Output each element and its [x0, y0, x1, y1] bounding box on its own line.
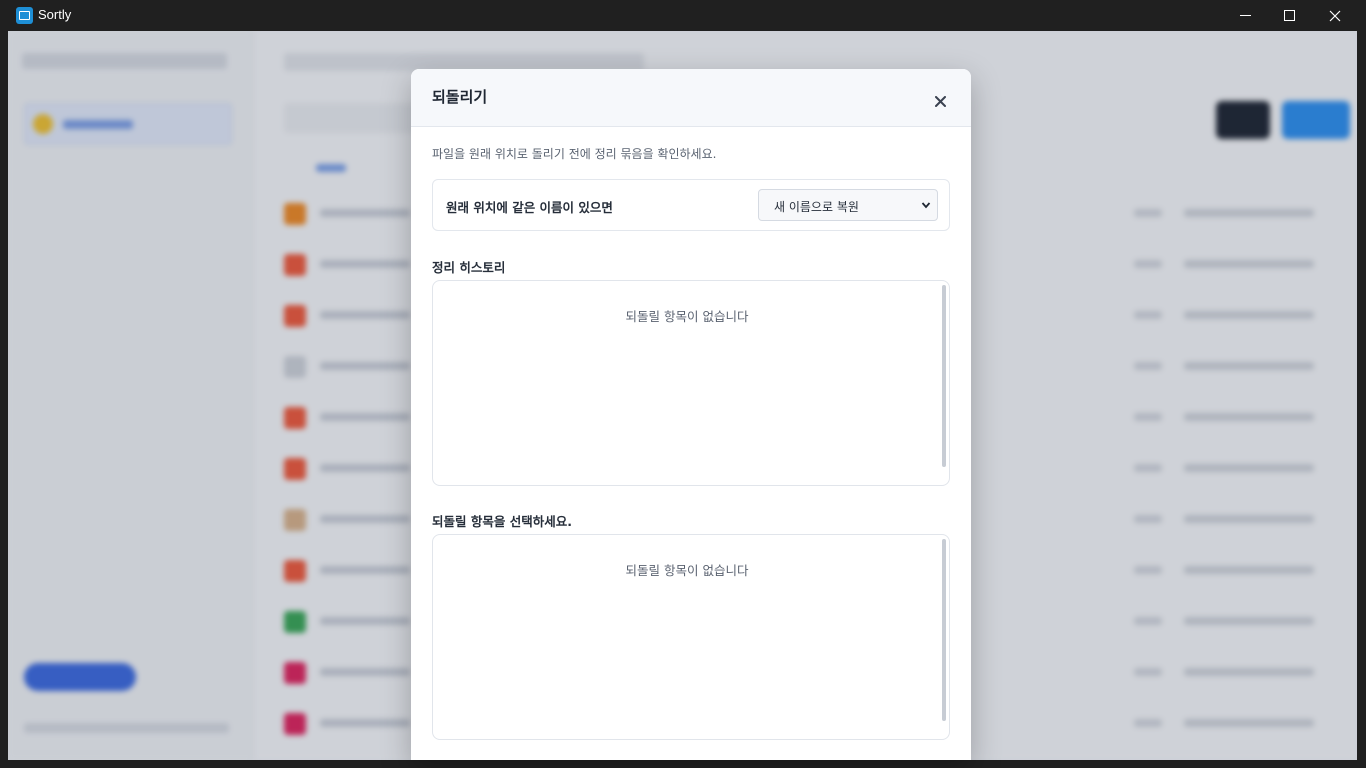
maximize-button[interactable] — [1266, 0, 1312, 31]
chevron-down-icon — [921, 202, 931, 209]
close-icon — [934, 95, 946, 107]
items-section-title: 되돌릴 항목을 선택하세요. — [432, 514, 572, 529]
items-empty-message: 되돌릴 항목이 없습니다 — [625, 563, 749, 578]
conflict-option-select[interactable]: 새 이름으로 복원 — [758, 189, 938, 221]
minimize-icon — [1239, 15, 1251, 16]
dialog-description: 파일을 원래 위치로 돌리기 전에 정리 묶음을 확인하세요. — [432, 147, 717, 161]
window-title: Sortly — [38, 7, 72, 22]
history-list[interactable]: 되돌릴 항목이 없습니다 — [432, 280, 950, 486]
select-value: 새 이름으로 복원 — [774, 200, 859, 214]
close-window-button[interactable] — [1312, 0, 1358, 31]
maximize-icon — [1283, 10, 1295, 21]
title-bar: Sortly — [0, 0, 1366, 31]
items-list[interactable]: 되돌릴 항목이 없습니다 — [432, 534, 950, 740]
items-scrollbar[interactable] — [942, 539, 946, 721]
app-logo-icon — [16, 7, 33, 24]
conflict-option-label: 원래 위치에 같은 이름이 있으면 — [446, 200, 613, 215]
conflict-option-box: 원래 위치에 같은 이름이 있으면 새 이름으로 복원 — [432, 179, 950, 231]
history-empty-message: 되돌릴 항목이 없습니다 — [625, 309, 749, 324]
dialog-header: 되돌리기 — [411, 69, 971, 127]
history-scrollbar[interactable] — [942, 285, 946, 467]
minimize-button[interactable] — [1222, 0, 1268, 31]
dialog-close-button[interactable] — [930, 91, 950, 111]
close-icon — [1329, 10, 1341, 21]
undo-dialog: 되돌리기 파일을 원래 위치로 돌리기 전에 정리 묶음을 확인하세요. 원래 … — [411, 69, 971, 760]
dialog-title: 되돌리기 — [432, 88, 488, 106]
history-section-title: 정리 히스토리 — [432, 260, 506, 275]
